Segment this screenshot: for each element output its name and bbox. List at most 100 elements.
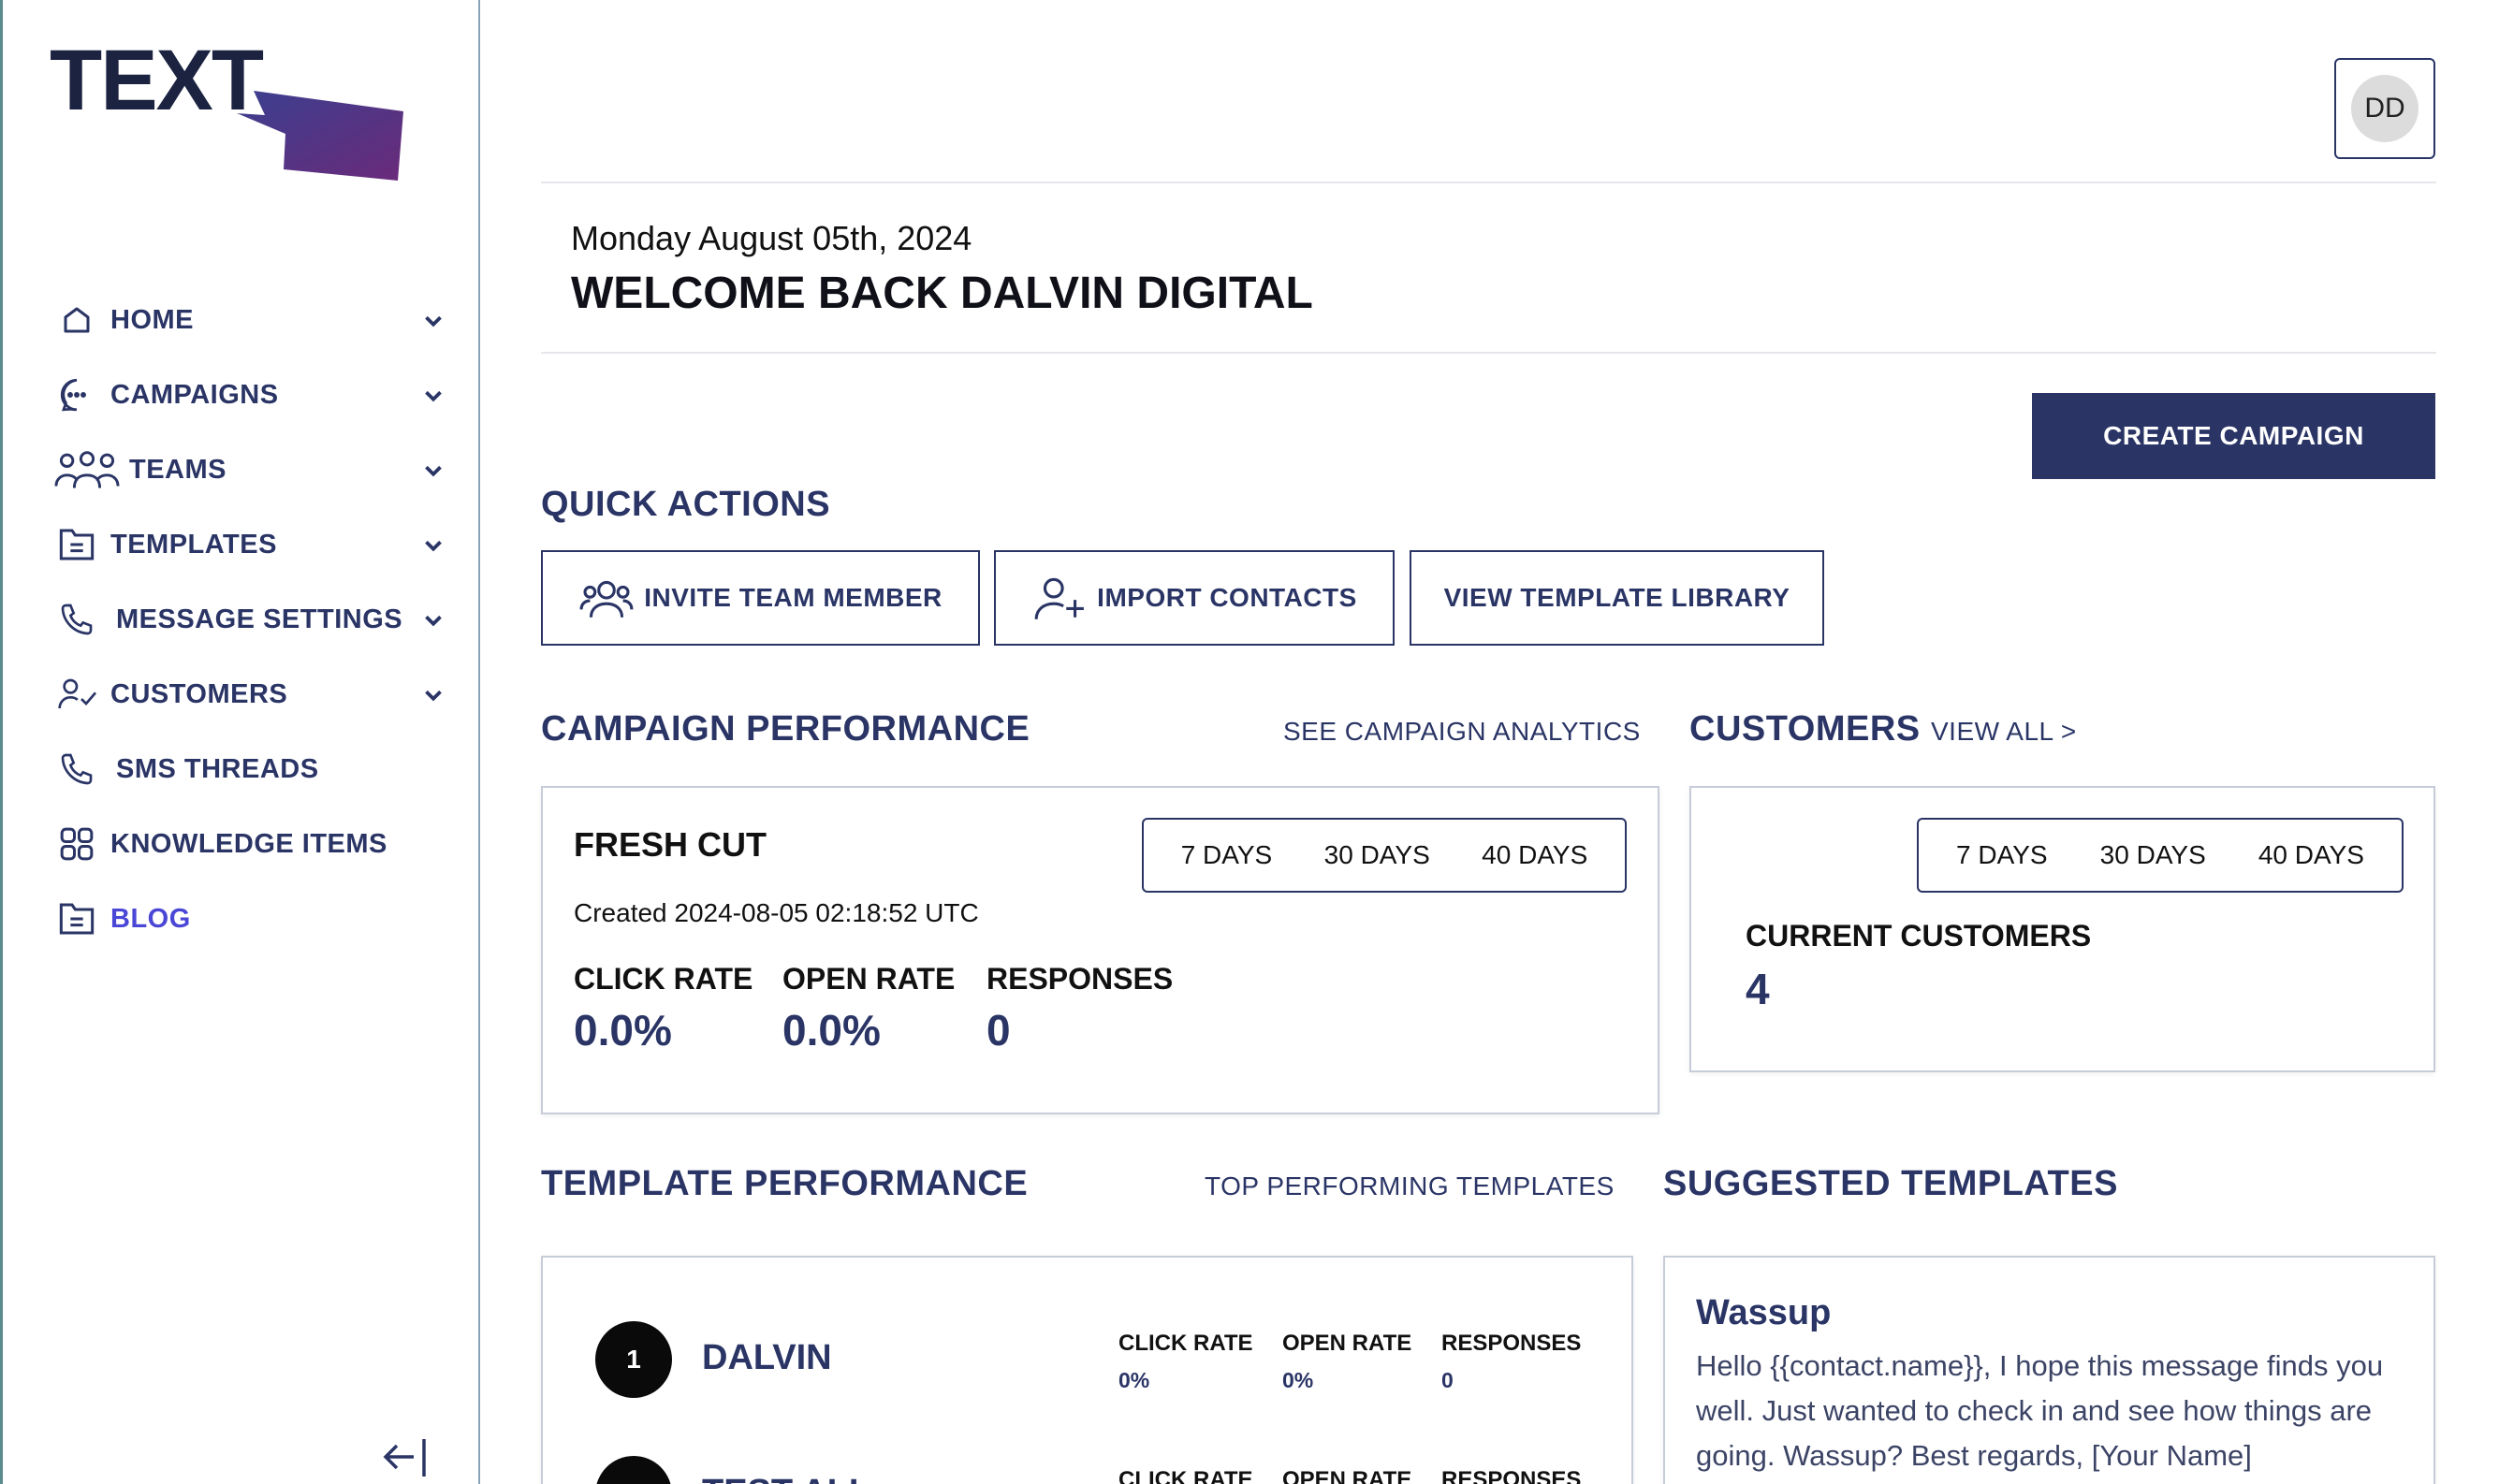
phone-icon — [54, 747, 99, 792]
invite-team-member-label: INVITE TEAM MEMBER — [644, 583, 943, 612]
sidebar-item-label: HOME — [110, 304, 194, 335]
click-rate-label: CLICK RATE — [1118, 1467, 1253, 1484]
home-icon — [54, 298, 99, 342]
open-rate-value: 0% — [1282, 1368, 1314, 1392]
suggested-template-name: Wassup — [1696, 1293, 1832, 1332]
sidebar-item-label: CUSTOMERS — [110, 678, 288, 709]
sidebar-item-message-settings[interactable]: MESSAGE SETTINGS — [54, 582, 447, 657]
open-rate-label: OPEN RATE — [1282, 1331, 1412, 1356]
click-rate-label: CLICK RATE — [1118, 1331, 1253, 1356]
import-contacts-button[interactable]: IMPORT CONTACTS — [994, 550, 1395, 646]
campaign-range-selector: 7 DAYS 30 DAYS 40 DAYS — [1142, 818, 1627, 893]
avatar: DD — [2351, 75, 2419, 142]
see-campaign-analytics-link[interactable]: SEE CAMPAIGN ANALYTICS — [1283, 717, 1641, 747]
view-all-customers-link[interactable]: VIEW ALL > — [1931, 717, 2077, 747]
collapse-sidebar-icon[interactable] — [382, 1435, 429, 1478]
click-rate-label: CLICK RATE — [574, 962, 753, 996]
responses-value: 0 — [986, 1006, 1011, 1055]
folder-icon — [54, 522, 99, 567]
divider — [541, 352, 2436, 354]
sidebar-item-label: KNOWLEDGE ITEMS — [110, 828, 387, 859]
template-performance-title: TEMPLATE PERFORMANCE — [541, 1164, 1029, 1203]
current-customers-label: CURRENT CUSTOMERS — [1746, 919, 2092, 953]
customers-title: CUSTOMERS — [1689, 709, 1921, 749]
invite-team-member-button[interactable]: INVITE TEAM MEMBER — [541, 550, 980, 646]
chevron-down-icon[interactable] — [419, 531, 447, 560]
sidebar-item-campaigns[interactable]: CAMPAIGNS — [54, 357, 447, 432]
rank-badge: 1 — [595, 1321, 672, 1398]
template-name: TEST ALL — [702, 1473, 870, 1484]
sidebar-item-label: TEAMS — [129, 454, 227, 485]
suggested-templates-title: SUGGESTED TEMPLATES — [1663, 1164, 2118, 1203]
main-content: DD Monday August 05th, 2024 WELCOME BACK… — [482, 0, 2499, 1484]
range-30-days[interactable]: 30 DAYS — [1324, 840, 1430, 870]
chevron-down-icon[interactable] — [419, 307, 447, 335]
chat-bubble-icon — [54, 372, 99, 417]
sidebar-item-teams[interactable]: TEAMS — [54, 432, 447, 507]
people-icon — [54, 447, 120, 492]
range-40-days[interactable]: 40 DAYS — [2258, 840, 2364, 870]
sidebar-item-templates[interactable]: TEMPLATES — [54, 507, 447, 582]
range-7-days[interactable]: 7 DAYS — [1181, 840, 1273, 870]
sidebar-item-label: SMS THREADS — [116, 753, 319, 784]
sidebar-item-blog[interactable]: BLOG — [54, 881, 447, 956]
campaign-performance-title: CAMPAIGN PERFORMANCE — [541, 709, 1030, 749]
phone-icon — [54, 597, 99, 642]
responses-value: 0 — [1441, 1368, 1454, 1392]
quick-actions-title: QUICK ACTIONS — [541, 485, 831, 524]
view-template-library-button[interactable]: VIEW TEMPLATE LIBRARY — [1410, 550, 1824, 646]
view-template-library-label: VIEW TEMPLATE LIBRARY — [1443, 583, 1790, 612]
sidebar-item-label: TEMPLATES — [110, 529, 277, 560]
open-rate-label: OPEN RATE — [782, 962, 956, 996]
create-campaign-button[interactable]: CREATE CAMPAIGN — [2032, 393, 2435, 479]
sidebar-item-customers[interactable]: CUSTOMERS — [54, 657, 447, 732]
customers-range-selector: 7 DAYS 30 DAYS 40 DAYS — [1917, 818, 2404, 893]
open-rate-label: OPEN RATE — [1282, 1467, 1412, 1484]
sidebar-nav: HOME CAMPAIGNS TEAMS TEMPLATES MESSAGE S… — [54, 283, 447, 956]
logo-sub-text: SAGE — [101, 115, 288, 201]
people-icon — [578, 570, 635, 626]
template-performance-card: 1 DALVIN CLICK RATE 0% OPEN RATE 0% RESP… — [541, 1256, 1633, 1484]
campaign-card: FRESH CUT 7 DAYS 30 DAYS 40 DAYS Created… — [541, 786, 1659, 1114]
sidebar-item-sms-threads[interactable]: SMS THREADS — [54, 732, 447, 807]
suggested-template-card[interactable]: Wassup Hello {{contact.name}}, I hope th… — [1663, 1256, 2435, 1484]
logo-text: TEXT — [50, 33, 264, 128]
sidebar-item-label: BLOG — [110, 903, 191, 934]
divider — [541, 182, 2436, 183]
chevron-down-icon[interactable] — [419, 606, 447, 634]
user-check-icon — [54, 672, 99, 717]
range-30-days[interactable]: 30 DAYS — [2100, 840, 2206, 870]
suggested-template-body: Hello {{contact.name}}, I hope this mess… — [1696, 1349, 2384, 1472]
import-contacts-label: IMPORT CONTACTS — [1097, 583, 1357, 612]
textsage-logo[interactable]: TEXT SAGE — [50, 33, 405, 201]
click-rate-value: 0% — [1118, 1368, 1150, 1392]
campaign-created-date: Created 2024-08-05 02:18:52 UTC — [574, 898, 979, 927]
sidebar-item-home[interactable]: HOME — [54, 283, 447, 357]
click-rate-value: 0.0% — [574, 1006, 672, 1055]
account-button[interactable]: DD — [2334, 58, 2435, 159]
customers-card: 7 DAYS 30 DAYS 40 DAYS CURRENT CUSTOMERS… — [1689, 786, 2435, 1072]
rank-badge: 2 — [595, 1456, 672, 1484]
grid-icon — [54, 822, 99, 866]
campaign-name: FRESH CUT — [574, 825, 767, 864]
chevron-down-icon[interactable] — [419, 681, 447, 709]
responses-label: RESPONSES — [1441, 1331, 1582, 1356]
app-root: TEXT SAGE HOME CAMPAIGNS TEAMS TEMPLATES… — [0, 0, 2499, 1484]
current-date: Monday August 05th, 2024 — [571, 219, 972, 257]
sidebar-item-label: MESSAGE SETTINGS — [116, 604, 403, 634]
page-title: WELCOME BACK DALVIN DIGITAL — [571, 269, 1313, 318]
chevron-down-icon[interactable] — [419, 382, 447, 410]
user-plus-icon — [1031, 570, 1088, 626]
chevron-down-icon[interactable] — [419, 457, 447, 485]
range-40-days[interactable]: 40 DAYS — [1482, 840, 1587, 870]
top-performing-templates-link[interactable]: TOP PERFORMING TEMPLATES — [1205, 1171, 1615, 1201]
responses-label: RESPONSES — [1441, 1467, 1582, 1484]
template-name: DALVIN — [702, 1338, 832, 1377]
sidebar-item-label: CAMPAIGNS — [110, 379, 279, 410]
responses-label: RESPONSES — [986, 962, 1174, 996]
current-customers-value: 4 — [1746, 965, 1770, 1013]
folder-icon — [54, 896, 99, 941]
sidebar-item-knowledge-items[interactable]: KNOWLEDGE ITEMS — [54, 807, 447, 881]
range-7-days[interactable]: 7 DAYS — [1956, 840, 2048, 870]
open-rate-value: 0.0% — [782, 1006, 881, 1055]
